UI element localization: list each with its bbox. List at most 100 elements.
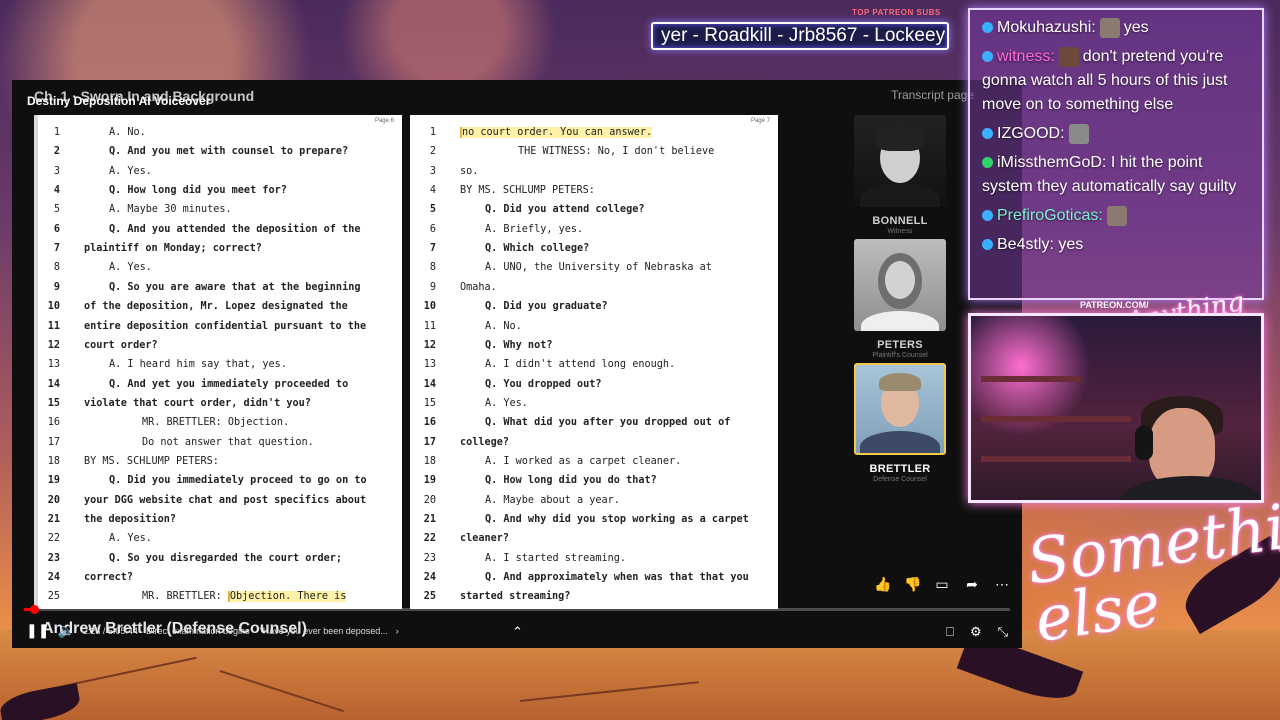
chevron-up-icon[interactable]: ⌃	[512, 624, 523, 640]
line-number: 6	[429, 223, 436, 235]
progress-bar[interactable]	[24, 605, 1010, 614]
transcript-line: 17 Do not answer that question.	[34, 433, 402, 452]
badge-icon	[982, 239, 993, 251]
line-number: 16	[47, 417, 60, 429]
chat-username[interactable]: PrefiroGoticas:	[997, 207, 1103, 224]
line-text: Q. How long did you do that?	[485, 475, 657, 487]
transcript-line: 3 so.	[410, 162, 778, 181]
line-number: 24	[47, 572, 60, 584]
chevron-right-icon[interactable]: ›	[396, 626, 399, 636]
line-text: THE WITNESS: No, I don't believe	[518, 146, 715, 158]
transcript-line: 14 Q. You dropped out?	[410, 375, 778, 394]
witness-card-peters: PETERS Plaintiff's Counsel	[854, 239, 946, 359]
scrubber-handle[interactable]	[29, 605, 39, 614]
chat-text: yes	[1058, 236, 1084, 253]
transcript-line: 12 court order?	[34, 336, 402, 355]
emote-icon	[1106, 205, 1127, 226]
chat-username[interactable]: witness:	[997, 48, 1055, 65]
chat-username[interactable]: Be4stly:	[997, 236, 1054, 253]
line-number: 21	[47, 514, 60, 525]
line-text: A. No.	[109, 127, 146, 138]
dislike-icon[interactable]: 👎	[904, 576, 921, 592]
chat-username[interactable]: iMissthemGoD:	[997, 154, 1106, 171]
line-text: A. UNO, the University of Nebraska at	[485, 262, 712, 274]
video-player[interactable]: Ch. 1 · Sworn In and Background Destiny …	[12, 80, 1022, 648]
line-number: 3	[53, 165, 60, 177]
line-number: 10	[47, 301, 60, 313]
captions-icon[interactable]: ⎕	[946, 624, 954, 640]
pause-icon[interactable]: ❚❚	[26, 622, 49, 639]
line-number: 13	[47, 359, 60, 371]
patreon-ticker-label: TOP PATREON SUBS	[852, 8, 941, 17]
headset	[1135, 426, 1153, 460]
stream-chat: Mokuhazushi: yes witness: don't pretend you…	[968, 8, 1264, 300]
video-title[interactable]: Destiny Deposition AI Voiceover	[27, 94, 210, 108]
witness-role: Defense Counsel	[873, 476, 927, 483]
transcript-line: 16 Q. What did you after you dropped out …	[410, 413, 778, 432]
badge-icon	[982, 128, 993, 140]
comment-icon[interactable]: ▭	[934, 576, 950, 592]
badge-icon	[982, 22, 993, 34]
line-number: 9	[53, 281, 60, 293]
patreon-ticker: yer - Roadkill - Jrb8567 - Lockeey	[651, 22, 949, 50]
chapter-link[interactable]: Direct examination begins – "Have you ev…	[146, 626, 388, 636]
share-icon[interactable]: ➦	[964, 576, 980, 592]
transcript-line: 21 the deposition?	[34, 510, 402, 529]
transcript-line: 25 started streaming?	[410, 587, 778, 606]
line-number: 5	[429, 204, 436, 216]
line-number: 13	[423, 359, 436, 371]
more-icon[interactable]: ⋯	[994, 576, 1010, 592]
transcript-page-left: Page 6 1 A. No. 2 Q. And you met with couns…	[34, 115, 402, 609]
badge-icon	[982, 51, 993, 63]
transcript-line: 11 A. No.	[410, 317, 778, 336]
line-text: A. Maybe 30 minutes.	[109, 204, 232, 216]
line-text: plaintiff on Monday; correct?	[84, 243, 262, 255]
transcript-line: 5 Q. Did you attend college?	[410, 200, 778, 219]
line-number: 15	[47, 397, 60, 409]
line-text: A. Yes.	[485, 397, 528, 409]
exit-fullscreen-icon[interactable]: ⤡	[998, 624, 1008, 640]
chat-username[interactable]: Mokuhazushi:	[997, 19, 1096, 36]
transcript-line: 1 A. No.	[34, 123, 402, 142]
witness-card-bonnell: BONNELL Witness	[854, 115, 946, 235]
transcript-line: 15 violate that court order, didn't you?	[34, 394, 402, 413]
transcript-line: 25 MR. BRETTLER: Objection. There is	[34, 587, 402, 606]
line-text: correct?	[84, 572, 134, 584]
transcript-line: 24 Q. And approximately when was that tha…	[410, 568, 778, 587]
badge-icon	[982, 210, 993, 222]
settings-icon[interactable]: ⚙	[970, 624, 982, 640]
line-text: cleaner?	[460, 533, 510, 545]
line-number: 4	[429, 185, 436, 197]
transcript-line: 11 entire deposition confidential pursuan…	[34, 317, 402, 336]
time-display: 2:23 / 5:05:44	[82, 625, 138, 636]
transcript-line: 1 no court order. You can answer.	[410, 123, 778, 142]
transcript-line: 9 Q. So you are aware that at the beginni…	[34, 278, 402, 297]
witness-photo	[854, 363, 946, 455]
transcript-line: 19 Q. How long did you do that?	[410, 471, 778, 490]
line-number: 7	[53, 243, 60, 255]
emote-icon	[1058, 46, 1079, 67]
volume-icon[interactable]: 🔈	[57, 622, 74, 639]
line-text: A. Briefly, yes.	[485, 223, 584, 235]
line-number: 15	[423, 397, 436, 409]
witness-photo	[854, 239, 946, 331]
line-text: Q. And you met with counsel to prepare?	[109, 146, 349, 158]
transcript-line: 3 A. Yes.	[34, 162, 402, 181]
chat-username[interactable]: IZGOOD:	[997, 125, 1065, 142]
line-text: violate that court order, didn't you?	[84, 397, 311, 409]
like-icon[interactable]: 👍	[874, 576, 891, 592]
line-text: A. Maybe about a year.	[485, 494, 620, 506]
line-number: 18	[47, 455, 60, 467]
transcript-line: 10 Q. Did you graduate?	[410, 297, 778, 316]
transcript-line: 23 A. I started streaming.	[410, 549, 778, 568]
line-text: A. I didn't attend long enough.	[485, 359, 676, 371]
chat-message: Be4stly: yes	[982, 233, 1252, 257]
line-text: Q. And why did you stop working as a car…	[485, 514, 749, 525]
line-number: 7	[429, 243, 436, 255]
line-number: 14	[423, 378, 436, 390]
line-number: 5	[53, 204, 60, 216]
transcript-line: 2 Q. And you met with counsel to prepare?	[34, 142, 402, 161]
transcript-line: 7 Q. Which college?	[410, 239, 778, 258]
transcript-line: 5 A. Maybe 30 minutes.	[34, 200, 402, 219]
transcript-line: 19 Q. Did you immediately proceed to go o…	[34, 471, 402, 490]
